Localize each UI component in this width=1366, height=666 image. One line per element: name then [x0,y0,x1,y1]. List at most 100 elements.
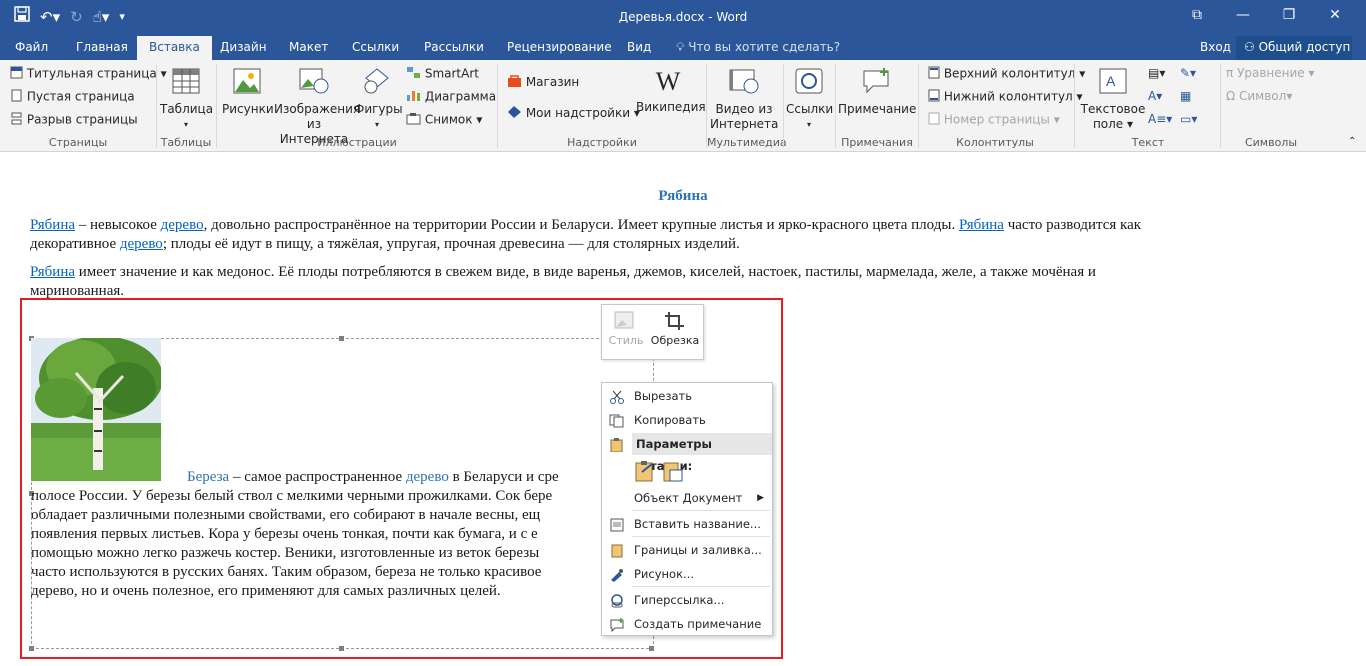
context-menu-new-comment[interactable]: Создать примечание [602,613,772,635]
object-icon[interactable]: ▭▾ [1180,112,1197,126]
dropdown-arrow-icon: ▾ [374,120,379,129]
online-video-icon [710,68,778,98]
ribbon-display-options-icon[interactable]: ⧉ [1174,4,1220,28]
title-bar: ↶▾ ↻ ☝▾ ▾ Деревья.docx - Word ⧉ — ❐ ✕ [0,0,1366,36]
header-label: Верхний колонтитул [943,66,1076,81]
group-label-header-footer: Колонтитулы [956,136,1034,149]
tab-home[interactable]: Главная [76,36,128,60]
context-menu-insert-caption[interactable]: Вставить название... [602,513,772,535]
menu-divider [632,586,770,587]
hyperlink[interactable]: Рябина [30,217,75,233]
chart-label: Диаграмма [424,89,497,104]
wordart-icon[interactable]: A▾ [1148,89,1162,103]
tab-references[interactable]: Ссылки [352,36,399,60]
smartart-button[interactable]: SmartArt [406,66,479,82]
hyperlink[interactable]: дерево [120,236,163,252]
tab-mailings[interactable]: Рассылки [424,36,484,60]
borders-shading-icon [609,543,625,558]
shapes-icon [354,68,400,98]
wikipedia-button[interactable]: W Википедия [636,68,706,115]
resize-handle[interactable] [649,646,654,651]
my-addins-button[interactable]: Мои надстройки ▾ [507,105,640,122]
cover-page-button[interactable]: Титульная страница ▾ [10,66,167,82]
mini-toolbar: Стиль Обрезка [601,304,704,360]
chart-button[interactable]: Диаграмма [406,89,496,105]
minimize-icon[interactable]: — [1220,4,1266,28]
signature-line-icon[interactable]: ✎▾ [1180,66,1196,80]
smartart-icon [406,66,421,82]
hyperlink[interactable]: дерево [161,217,204,233]
text-run: часто разводится как [1003,217,1142,233]
links-button[interactable]: Ссылки ▾ [786,68,833,132]
resize-handle[interactable] [339,646,344,651]
context-menu-hyperlink[interactable]: Гиперссылка... [602,589,772,611]
text-run: , довольно распространённое на территори… [203,217,959,233]
shapes-button[interactable]: Фигуры ▾ [354,68,403,132]
screenshot-button[interactable]: Снимок ▾ [406,112,482,128]
quick-parts-icon[interactable]: ▤▾ [1148,66,1165,80]
paste-keep-formatting-icon[interactable] [634,460,656,489]
paragraph-3-line-4: появления первых листьев. Кора у березы … [31,526,538,542]
picture-icon [222,68,272,98]
resize-handle[interactable] [29,646,34,651]
context-menu-copy[interactable]: Копировать [602,409,772,431]
link-icon [786,68,832,98]
crop-label: Обрезка [650,334,700,347]
tab-review[interactable]: Рецензирование [507,36,612,60]
restore-icon[interactable]: ❐ [1266,4,1312,28]
table-button[interactable]: Таблица ▾ [160,68,213,132]
context-menu-picture[interactable]: Рисунок... [602,563,772,585]
resize-handle[interactable] [339,336,344,341]
tab-view[interactable]: Вид [627,36,651,60]
header-button[interactable]: Верхний колонтитул ▾ [928,66,1085,82]
tab-layout[interactable]: Макет [289,36,328,60]
picture-style-label: Стиль [608,334,644,347]
footer-label: Нижний колонтитул [943,89,1073,104]
pictures-label: Рисунки [222,102,274,116]
close-icon[interactable]: ✕ [1312,4,1358,28]
submenu-arrow-icon: ▶ [757,493,764,503]
page-break-button[interactable]: Разрыв страницы [10,112,138,128]
text-box-button[interactable]: A Текстовое поле ▾ [1080,68,1146,132]
tab-design[interactable]: Дизайн [220,36,267,60]
share-button[interactable]: ⚇ Общий доступ [1236,36,1352,60]
blank-page-button[interactable]: Пустая страница [10,89,135,105]
online-video-button[interactable]: Видео из Интернета [710,68,778,132]
collapse-ribbon-icon[interactable]: ⌃ [1348,136,1356,147]
tab-insert[interactable]: Вставка [137,36,212,60]
blank-page-icon [10,89,23,105]
tell-me-label: Что вы хотите сделать? [688,40,841,54]
birch-tree-image[interactable] [31,338,161,481]
copy-label: Копировать [634,413,706,427]
picture-style-button[interactable]: Стиль [606,311,646,347]
context-menu-cut[interactable]: Вырезать [602,385,772,407]
symbol-button[interactable]: Ω Символ▾ [1226,89,1292,103]
cover-page-icon [10,66,23,82]
sign-in-link[interactable]: Вход [1200,36,1231,58]
scissors-icon [609,389,625,404]
ribbon-insert: Титульная страница ▾ Пустая страница Раз… [0,60,1366,152]
paragraph-2: Рябина имеет значение и как медонос. Её … [30,263,1319,282]
store-icon [507,74,522,91]
context-menu-object[interactable]: Объект Документ ▶ [602,487,772,509]
hyperlink[interactable]: Рябина [959,217,1004,233]
page-number-button[interactable]: Номер страницы ▾ [928,112,1060,128]
paragraph-3-line-1: Береза – самое распространенное дерево в… [187,468,559,487]
drop-cap-icon[interactable]: A≡▾ [1148,112,1172,126]
paste-picture-icon[interactable] [662,460,684,489]
tell-me-search[interactable]: 💡︎ Что вы хотите сделать? [676,36,840,58]
crop-button[interactable]: Обрезка [648,311,702,347]
pi-icon: π [1226,66,1234,80]
store-button[interactable]: Магазин [507,74,579,91]
footer-button[interactable]: Нижний колонтитул ▾ [928,89,1083,105]
text-run: в Беларуси и сре [448,469,559,485]
context-menu-borders[interactable]: Границы и заливка... [602,539,772,561]
hyperlink[interactable]: Рябина [30,264,75,280]
equation-button[interactable]: π Уравнение ▾ [1226,66,1315,80]
date-time-icon[interactable]: ▦ [1180,89,1191,103]
paragraph-3-line-3: обладает различными полезными свойствами… [31,507,541,523]
pictures-button[interactable]: Рисунки [222,68,274,117]
new-comment-button[interactable]: Примечание [838,68,916,117]
document-page[interactable]: Рябина Рябина – невысокое дерево, доволь… [0,152,1366,666]
tab-file[interactable]: Файл [15,36,48,60]
